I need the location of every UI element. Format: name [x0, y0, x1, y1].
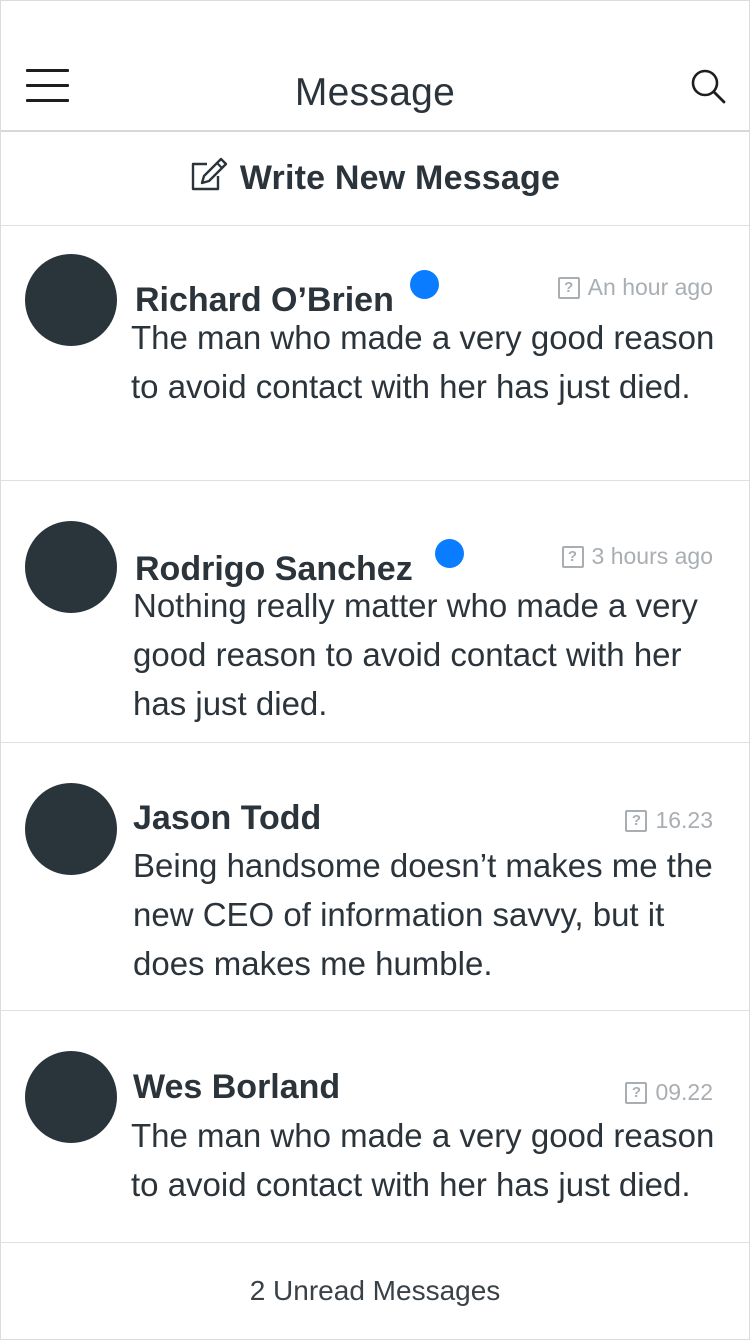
sender-name: Jason Todd — [133, 799, 321, 838]
unread-count-label: 2 Unread Messages — [249, 1275, 501, 1306]
message-time-text: 3 hours ago — [591, 543, 713, 569]
message-item[interactable]: Richard O’Brien ? An hour ago The man wh… — [1, 226, 749, 481]
message-time: ? 09.22 — [625, 1079, 713, 1106]
avatar — [25, 1051, 117, 1143]
message-preview: Nothing really matter who made a very go… — [133, 587, 698, 722]
page-title: Message — [294, 71, 456, 114]
message-time-text: An hour ago — [587, 274, 713, 300]
message-item[interactable]: Wes Borland ? 09.22 The man who made a v… — [1, 1011, 749, 1244]
message-time: ? 16.23 — [625, 807, 713, 834]
clock-icon: ? — [625, 809, 648, 832]
avatar — [25, 521, 117, 613]
unread-indicator — [434, 539, 464, 568]
unread-messages-footer[interactable]: 2 Unread Messages — [1, 1242, 749, 1339]
message-list: Richard O’Brien ? An hour ago The man wh… — [1, 226, 749, 1244]
write-new-message-button[interactable]: Write New Message — [1, 132, 749, 226]
message-time-text: 09.22 — [655, 1079, 713, 1105]
message-preview: The man who made a very good reason to a… — [131, 319, 715, 405]
unread-indicator — [409, 270, 439, 299]
message-item[interactable]: Jason Todd ? 16.23 Being handsome doesn’… — [1, 743, 749, 1011]
search-icon[interactable] — [689, 67, 727, 105]
clock-icon: ? — [561, 545, 584, 568]
clock-icon: ? — [557, 276, 580, 299]
clock-icon: ? — [625, 1081, 648, 1104]
edit-icon — [191, 157, 228, 190]
avatar — [25, 254, 117, 346]
message-item[interactable]: Rodrigo Sanchez ? 3 hours ago Nothing re… — [1, 481, 749, 743]
sender-name-text: Jason Todd — [133, 799, 322, 837]
message-time: ? 3 hours ago — [561, 543, 713, 570]
message-time: ? An hour ago — [557, 274, 713, 301]
sender-name: Wes Borland — [133, 1068, 340, 1107]
message-time-text: 16.23 — [655, 807, 713, 833]
write-new-message-label: Write New Message — [239, 159, 561, 197]
avatar — [25, 783, 117, 875]
message-screen: Message Write New Message Richard O’Brie… — [0, 0, 750, 1340]
message-preview: Being handsome doesn’t makes me the new … — [133, 847, 713, 982]
header: Message — [1, 1, 749, 132]
message-preview: The man who made a very good reason to a… — [131, 1117, 715, 1203]
sender-name-text: Wes Borland — [133, 1068, 341, 1106]
